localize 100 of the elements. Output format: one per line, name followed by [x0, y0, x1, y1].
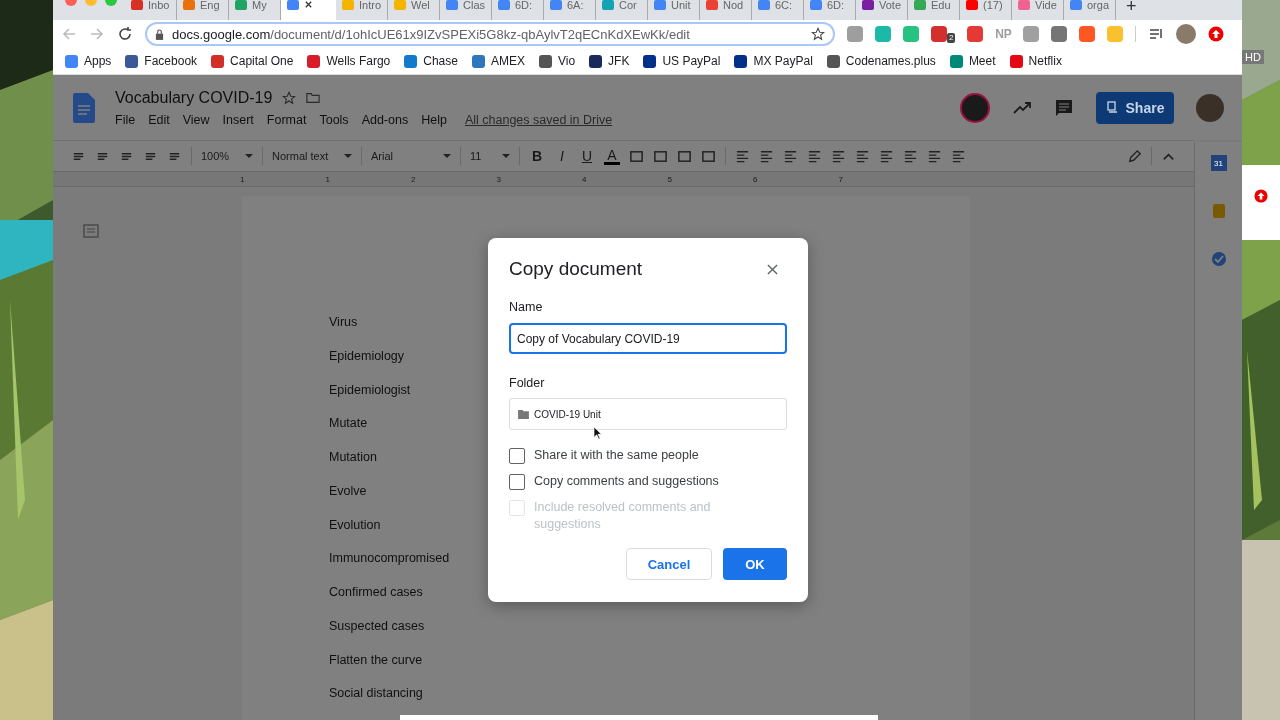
- format-button[interactable]: A: [604, 147, 620, 165]
- browser-tab[interactable]: 6D:: [804, 0, 856, 20]
- update-icon[interactable]: [1208, 26, 1225, 42]
- browser-tab[interactable]: Edu: [908, 0, 960, 20]
- document-line: Flatten the curve: [329, 652, 423, 669]
- name-input[interactable]: Copy of Vocabulary COVID-19: [509, 323, 787, 354]
- menu-item[interactable]: Tools: [319, 112, 349, 127]
- folder-name: COVID-19 Unit: [534, 408, 601, 420]
- browser-tab[interactable]: 6C:: [752, 0, 804, 20]
- star-icon[interactable]: [282, 90, 297, 105]
- media-control-icon[interactable]: [1148, 26, 1165, 42]
- extension-icon[interactable]: [967, 26, 984, 42]
- cancel-button[interactable]: Cancel: [626, 548, 712, 580]
- format-button[interactable]: B: [529, 148, 545, 164]
- font-dropdown[interactable]: Arial: [371, 150, 451, 162]
- bookmark[interactable]: Chase: [404, 54, 458, 68]
- ok-button[interactable]: OK: [723, 548, 787, 580]
- share-button[interactable]: Share: [1096, 91, 1174, 124]
- browser-tab[interactable]: 6D:: [492, 0, 544, 20]
- menu-item[interactable]: Add-ons: [361, 112, 409, 127]
- bookmark[interactable]: JFK: [589, 54, 630, 68]
- bookmark[interactable]: Wells Fargo: [307, 54, 391, 68]
- format-button[interactable]: U: [579, 148, 595, 164]
- document-line: Immunocompromised: [329, 551, 450, 568]
- bookmark[interactable]: US PayPal: [643, 54, 721, 68]
- menu-item[interactable]: Format: [266, 112, 307, 127]
- browser-tab[interactable]: Cor: [596, 0, 648, 20]
- bookmark[interactable]: Capital One: [211, 54, 294, 68]
- ruler-number: 5: [667, 174, 673, 184]
- ruler-number: 1: [240, 174, 246, 184]
- extension-icon[interactable]: [1051, 26, 1068, 42]
- ruler[interactable]: 1 1 2 3 4 5 6 7: [53, 171, 1194, 187]
- browser-tab[interactable]: Nod: [700, 0, 752, 20]
- tasks-icon[interactable]: [1210, 251, 1227, 267]
- url-text: docs.google.com/document/d/1ohIcUE61x9IZvSPEXi5G8kz-qbAylvT2qECnKdXEwKk/edit: [172, 26, 691, 42]
- ruler-number: 7: [838, 174, 844, 184]
- format-button[interactable]: I: [554, 148, 570, 164]
- bookmark[interactable]: Vio: [538, 54, 576, 68]
- bookmark[interactable]: Netflix: [1009, 54, 1062, 68]
- menu-item[interactable]: Insert: [222, 112, 254, 127]
- folder-icon[interactable]: [306, 90, 321, 105]
- user-avatar[interactable]: [1196, 93, 1224, 122]
- style-dropdown[interactable]: Normal text: [272, 150, 352, 162]
- bookmark[interactable]: AMEX: [471, 54, 525, 68]
- ruler-number: 2: [411, 174, 417, 184]
- account-avatar[interactable]: [960, 92, 990, 123]
- font-size-dropdown[interactable]: 11: [470, 150, 510, 162]
- document-line: Epidemiologist: [329, 382, 411, 399]
- document-title[interactable]: Vocabulary COVID-19: [115, 88, 273, 107]
- bookmark[interactable]: Facebook: [125, 54, 198, 68]
- profile-avatar[interactable]: [1176, 24, 1197, 44]
- extension-icon[interactable]: NP: [995, 26, 1012, 42]
- bookmark[interactable]: Codenames.plus: [826, 54, 936, 68]
- document-line: Mutation: [329, 450, 377, 466]
- browser-tab[interactable]: Vide: [1012, 0, 1064, 20]
- folder-icon: [518, 409, 529, 419]
- close-icon[interactable]: [304, 0, 313, 9]
- folder-picker[interactable]: COVID-19 Unit: [509, 398, 787, 430]
- new-tab-button[interactable]: +: [1116, 0, 1147, 12]
- extension-icon[interactable]: [1079, 26, 1096, 42]
- document-line: Suspected cases: [329, 618, 425, 635]
- browser-tab[interactable]: Vote: [856, 0, 908, 20]
- bookmark[interactable]: Meet: [949, 54, 996, 68]
- align-left-icon[interactable]: [735, 148, 750, 164]
- browser-tab[interactable]: Intro: [336, 0, 388, 20]
- update-icon[interactable]: [1254, 189, 1268, 203]
- menu-item[interactable]: View: [182, 112, 210, 127]
- extension-icon[interactable]: [1023, 26, 1040, 42]
- browser-tab[interactable]: orga: [1064, 0, 1116, 20]
- browser-tab[interactable]: Wel: [388, 0, 440, 20]
- checkbox-label: Share it with the same people: [534, 447, 700, 464]
- document-line: Epidemiology: [329, 348, 405, 365]
- zoom-dropdown[interactable]: 100%: [201, 150, 253, 162]
- menu-item[interactable]: File: [115, 112, 136, 127]
- calendar-icon[interactable]: 31: [1210, 155, 1227, 171]
- save-status-link[interactable]: All changes saved in Drive: [464, 112, 613, 127]
- ruler-number: 6: [753, 174, 759, 184]
- checkbox[interactable]: [509, 474, 525, 490]
- pencil-icon[interactable]: [1127, 148, 1142, 164]
- star-icon[interactable]: [811, 27, 825, 41]
- browser-tab[interactable]: (17): [960, 0, 1012, 20]
- comment-icon[interactable]: [1054, 97, 1074, 118]
- checkbox[interactable]: [509, 448, 525, 464]
- address-bar[interactable]: docs.google.com/document/d/1ohIcUE61x9IZvSPEXi5G8kz-qbAylvT2qECnKdXEwKk/edit: [145, 22, 835, 46]
- docs-logo-icon[interactable]: [73, 92, 95, 123]
- menu-item[interactable]: Edit: [148, 112, 170, 127]
- checkbox-label: Include resolved comments and suggestions: [534, 499, 712, 533]
- bookmark[interactable]: Apps: [65, 54, 112, 68]
- reload-icon[interactable]: [117, 26, 133, 42]
- browser-tab[interactable]: [281, 0, 336, 20]
- extension-icon[interactable]: [931, 26, 947, 42]
- hd-badge: HD: [1242, 50, 1264, 64]
- browser-tab[interactable]: 6A:: [544, 0, 596, 20]
- bookmark[interactable]: MX PayPal: [734, 54, 813, 68]
- browser-tab[interactable]: Clas: [440, 0, 492, 20]
- browser-tab[interactable]: Inbo: [125, 0, 177, 20]
- browser-tab[interactable]: Eng: [177, 0, 229, 20]
- close-icon[interactable]: [767, 263, 778, 275]
- browser-tab[interactable]: Unit: [648, 0, 700, 20]
- menu-item[interactable]: Help: [421, 112, 447, 127]
